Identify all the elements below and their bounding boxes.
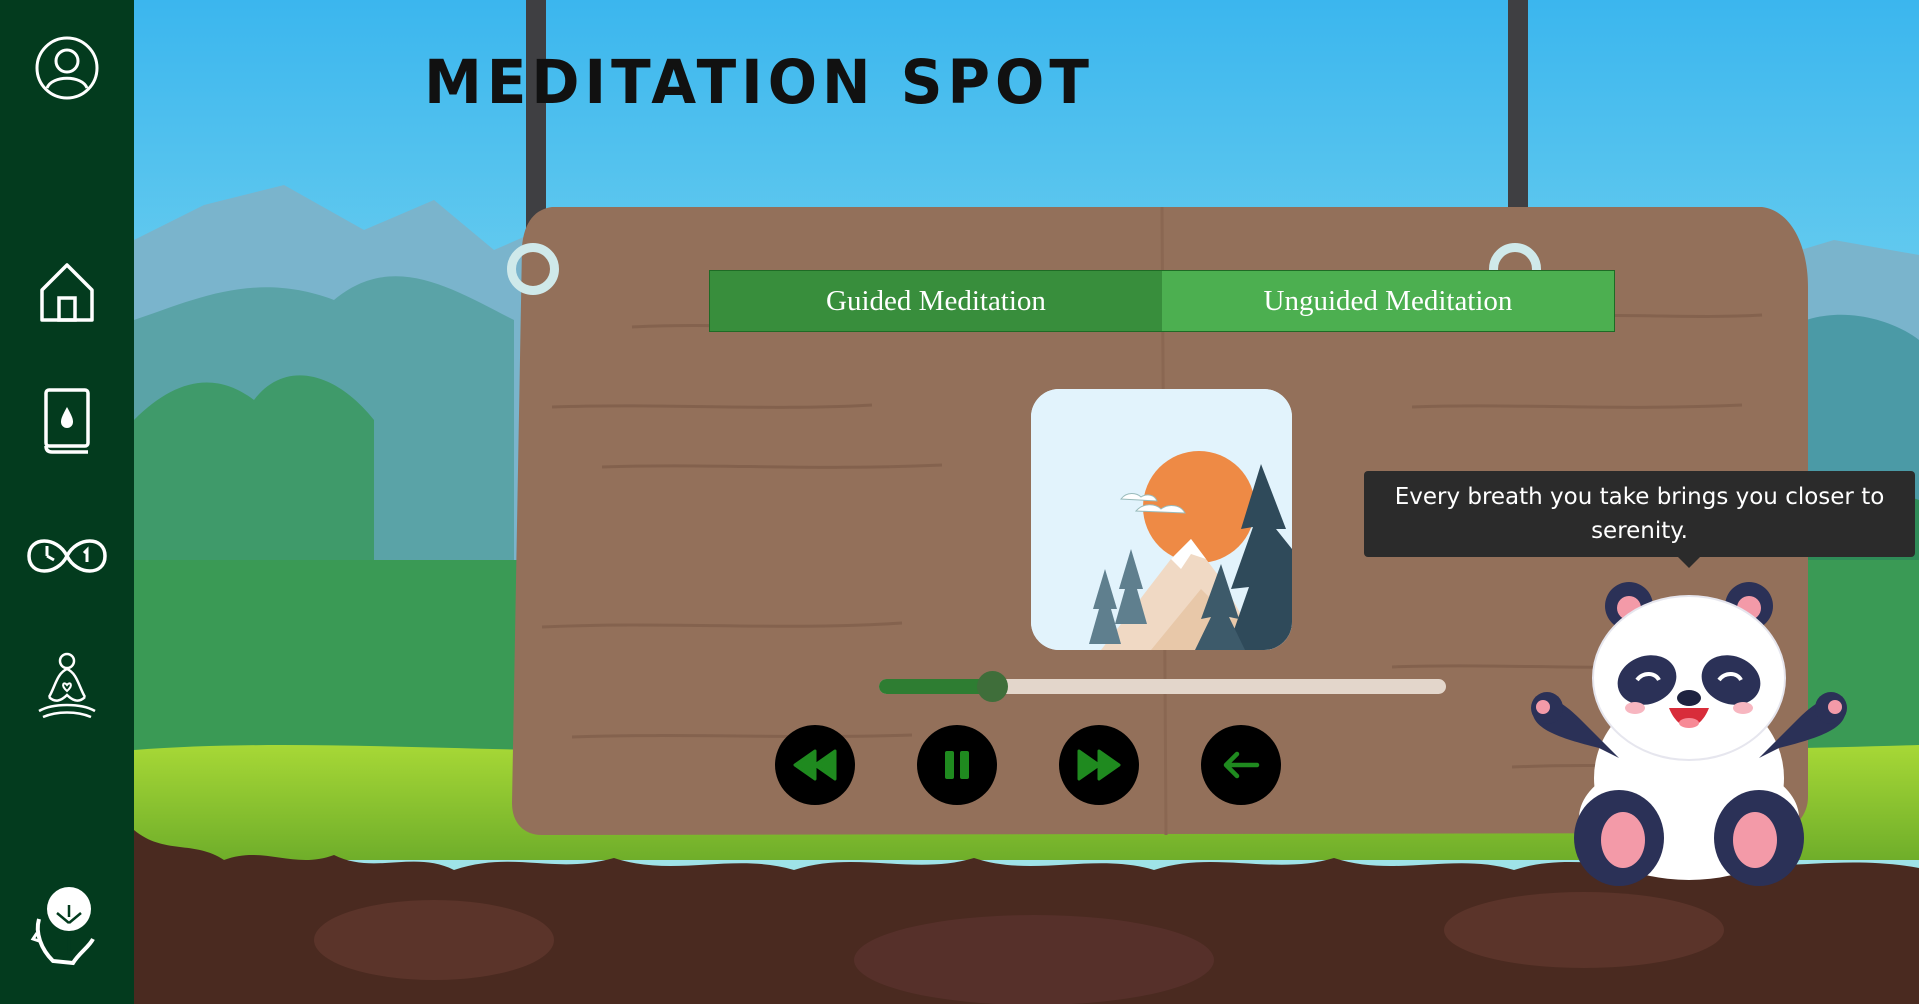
panda-icon bbox=[1531, 582, 1847, 886]
meditation-tabs: Guided Meditation Unguided Meditation bbox=[709, 270, 1615, 332]
arrow-left-icon bbox=[1223, 751, 1260, 779]
profile-icon[interactable] bbox=[22, 28, 112, 108]
fast-forward-icon bbox=[1077, 749, 1121, 781]
mascot-tooltip: Every breath you take brings you closer … bbox=[1364, 471, 1915, 557]
track-artwork bbox=[1031, 389, 1292, 650]
left-ring bbox=[507, 243, 559, 295]
tab-guided-meditation[interactable]: Guided Meditation bbox=[710, 271, 1162, 331]
fast-forward-button[interactable] bbox=[1059, 725, 1139, 805]
tooltip-arrow bbox=[1677, 556, 1701, 568]
back-button[interactable] bbox=[1201, 725, 1281, 805]
journal-book-icon[interactable] bbox=[22, 381, 112, 461]
tab-unguided-meditation[interactable]: Unguided Meditation bbox=[1162, 271, 1614, 331]
rewind-button[interactable] bbox=[775, 725, 855, 805]
progress-fill bbox=[879, 679, 993, 694]
rewind-icon bbox=[793, 749, 837, 781]
infinity-clock-icon[interactable] bbox=[22, 516, 112, 596]
home-icon[interactable] bbox=[22, 252, 112, 332]
page-title: MEDITATION SPOT bbox=[424, 46, 1094, 118]
tree-head-logo-icon[interactable] bbox=[22, 880, 112, 970]
mountain-sunset-artwork bbox=[1031, 389, 1292, 650]
meditation-scene: MEDITATION SPOT Guided Meditation Unguid… bbox=[134, 0, 1919, 1004]
pause-icon bbox=[945, 751, 969, 779]
sidebar bbox=[0, 0, 134, 1004]
progress-slider[interactable] bbox=[879, 671, 1446, 702]
pause-button[interactable] bbox=[917, 725, 997, 805]
meditation-pose-icon[interactable] bbox=[22, 646, 112, 726]
